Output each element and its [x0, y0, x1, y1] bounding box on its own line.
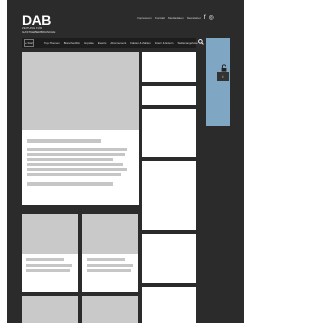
- text-placeholder: [27, 148, 127, 151]
- featured-article-image-placeholder: [22, 52, 139, 130]
- nav-item-events[interactable]: Events: [98, 41, 107, 45]
- text-placeholder: [26, 269, 70, 272]
- sidebar-box: [142, 161, 196, 230]
- article-image-placeholder: [82, 214, 138, 254]
- search-icon[interactable]: [197, 39, 204, 47]
- nav-item-intern[interactable]: Intern & Extern: [155, 41, 174, 45]
- article-card[interactable]: [22, 214, 78, 292]
- nav-item-branchenfilm[interactable]: Branchenfilm: [64, 41, 80, 45]
- article-title-placeholder: [87, 258, 125, 261]
- nav-item-abonnement[interactable]: Abonnement: [110, 41, 126, 45]
- text-placeholder: [27, 153, 125, 156]
- sidebar-box: [142, 86, 196, 105]
- nav-item-top-themen[interactable]: Top-Themen: [44, 41, 60, 45]
- ad-banner[interactable]: [206, 38, 230, 126]
- sidebar-box: [142, 109, 196, 157]
- nav-items: Top-Themen Branchenfilm Impulse Events A…: [44, 41, 198, 45]
- info-icon[interactable]: i: [217, 72, 229, 81]
- top-links: Impressum Kontakt Mediadaten Newsletter …: [137, 15, 214, 21]
- article-card[interactable]: [82, 296, 138, 323]
- sidebar-box: [142, 234, 196, 283]
- menu-icon: ≡: [25, 41, 27, 45]
- article-image-placeholder: [22, 214, 78, 254]
- article-title-placeholder: [26, 258, 64, 261]
- facebook-icon[interactable]: f: [204, 15, 206, 21]
- top-link-kontakt[interactable]: Kontakt: [155, 16, 165, 20]
- article-card[interactable]: [22, 296, 78, 323]
- sidebar-box: [142, 287, 196, 323]
- nav-item-impulse[interactable]: Impulse: [84, 41, 94, 45]
- top-link-mediadaten[interactable]: Mediadaten: [168, 16, 184, 20]
- top-link-impressum[interactable]: Impressum: [137, 16, 152, 20]
- text-placeholder: [27, 173, 121, 176]
- logo-text: DAB: [22, 12, 51, 28]
- nav-start-button[interactable]: ≡ Start: [24, 39, 34, 47]
- site-logo[interactable]: DAB Zeitung für Gastgeberbranche: [22, 12, 56, 34]
- text-placeholder: [27, 168, 127, 171]
- info-label: i: [222, 74, 224, 79]
- main-navigation: ≡ Start Top-Themen Branchenfilm Impulse …: [22, 38, 204, 48]
- featured-article-title-placeholder: [27, 139, 101, 143]
- nav-start-label: Start: [27, 41, 33, 45]
- article-card[interactable]: [82, 214, 138, 292]
- unlock-icon: [221, 64, 227, 72]
- article-image-placeholder: [82, 296, 138, 323]
- text-placeholder: [27, 158, 113, 161]
- instagram-icon[interactable]: ◎: [209, 15, 214, 21]
- nav-item-stellen[interactable]: Stellenangebote: [177, 41, 197, 45]
- text-placeholder: [27, 163, 123, 166]
- text-placeholder: [26, 264, 72, 267]
- text-placeholder: [87, 264, 133, 267]
- text-placeholder: [87, 269, 131, 272]
- text-placeholder: [27, 182, 113, 186]
- top-link-newsletter[interactable]: Newsletter: [187, 16, 201, 20]
- featured-article-card[interactable]: [22, 52, 139, 205]
- nav-item-fakten[interactable]: Fakten & Zahlen: [130, 41, 151, 45]
- logo-tagline-2: Gastgeberbranche: [22, 29, 56, 34]
- article-image-placeholder: [22, 296, 78, 323]
- sidebar-box: [142, 52, 196, 82]
